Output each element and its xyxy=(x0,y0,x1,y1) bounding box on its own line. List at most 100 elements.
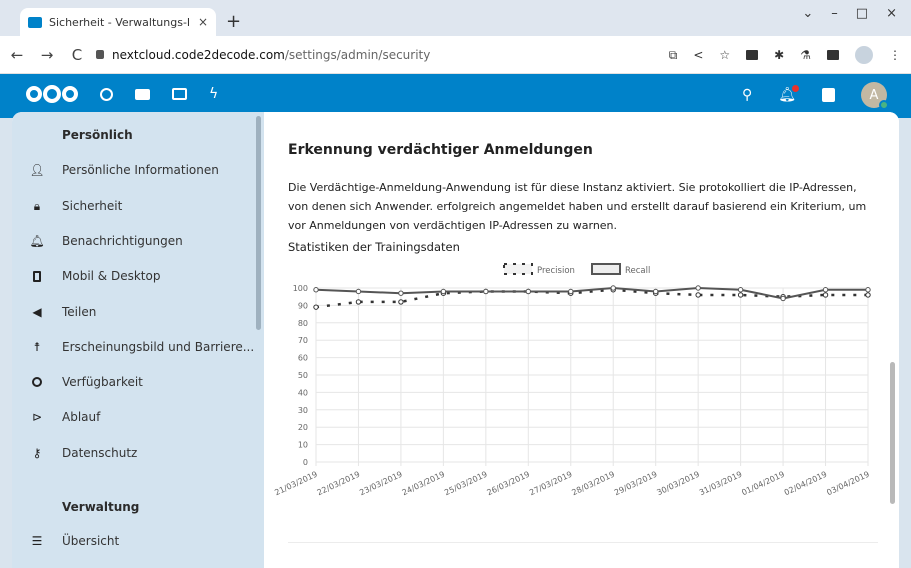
puzzle-extensions-icon[interactable]: ✱ xyxy=(774,48,784,62)
y-tick-label: 70 xyxy=(298,336,308,345)
bell-icon: 🔔︎ xyxy=(29,234,45,248)
online-status-icon xyxy=(879,100,889,110)
data-point-precision xyxy=(737,292,744,298)
x-tick-label: 21/03/2019 xyxy=(273,470,319,498)
forward-button[interactable]: → xyxy=(34,46,60,64)
sidebar-item-accessibility[interactable]: ☨ Erscheinungsbild und Barriere... xyxy=(12,335,256,359)
maximize-button[interactable]: □ xyxy=(856,6,868,21)
reload-button[interactable]: C xyxy=(64,46,90,64)
sidebar-item-security[interactable]: 🔒︎ Sicherheit xyxy=(12,194,256,218)
x-tick-label: 26/03/2019 xyxy=(486,470,532,498)
x-tick-label: 02/04/2019 xyxy=(783,470,829,498)
phone-icon xyxy=(12,270,62,282)
share-page-icon[interactable]: < xyxy=(693,48,703,62)
tab-title: Sicherheit - Verwaltungs-Ein xyxy=(49,15,189,29)
close-window-button[interactable]: × xyxy=(886,6,897,21)
data-point-precision xyxy=(822,292,829,298)
data-point-recall xyxy=(355,288,362,295)
app-menu: ϟ xyxy=(100,86,218,102)
sidebar-item-label: Erscheinungsbild und Barriere... xyxy=(62,340,255,354)
lock-icon: 🔒︎ xyxy=(33,198,41,213)
photos-image-icon[interactable] xyxy=(172,88,187,100)
url-path: /settings/admin/security xyxy=(284,47,431,62)
nextcloud-favicon-icon xyxy=(28,16,42,28)
data-point-precision xyxy=(865,292,871,298)
lock-icon[interactable] xyxy=(96,50,104,59)
x-tick-label: 30/03/2019 xyxy=(655,470,701,498)
x-tick-label: 22/03/2019 xyxy=(316,470,362,498)
notifications-bell-icon[interactable]: 🔔︎ xyxy=(778,85,799,103)
sidebar-item-label: Sicherheit xyxy=(62,199,123,213)
install-app-icon[interactable]: ⧉ xyxy=(669,48,678,63)
sidebar-scrollbar[interactable] xyxy=(256,116,261,330)
tab-search-chevron-icon[interactable]: ⌄ xyxy=(802,6,813,21)
sidebar-panel-icon[interactable] xyxy=(827,50,839,60)
sidebar-item-mobile-desktop[interactable]: Mobil & Desktop xyxy=(12,264,256,288)
x-tick-label: 31/03/2019 xyxy=(698,470,744,498)
contacts-icon[interactable] xyxy=(822,88,835,102)
browser-menu-icon[interactable]: ⋮ xyxy=(889,48,901,62)
y-tick-label: 20 xyxy=(298,423,308,432)
sidebar-item-label: Teilen xyxy=(62,305,97,319)
divider xyxy=(288,542,878,543)
y-tick-label: 10 xyxy=(298,441,308,450)
nextcloud-logo-icon[interactable] xyxy=(26,85,78,103)
files-folder-icon[interactable] xyxy=(135,89,150,100)
address-bar[interactable]: nextcloud.code2decode.com /settings/admi… xyxy=(96,48,430,62)
data-point-precision xyxy=(313,304,319,310)
legend-swatch-precision xyxy=(503,263,533,275)
minimize-button[interactable]: – xyxy=(831,6,838,21)
flow-icon: ⊳ xyxy=(31,410,43,424)
y-tick-label: 30 xyxy=(298,406,308,415)
y-tick-label: 100 xyxy=(293,284,308,293)
sidebar-item-label: Mobil & Desktop xyxy=(62,269,161,283)
legend-swatch-recall xyxy=(591,263,621,275)
data-point-recall xyxy=(780,295,786,302)
sidebar-item-sharing[interactable]: ◀ Teilen xyxy=(12,300,256,324)
search-icon[interactable]: ⚲ xyxy=(742,87,752,103)
x-tick-label: 24/03/2019 xyxy=(401,470,447,498)
data-point-precision xyxy=(398,299,404,305)
x-tick-label: 28/03/2019 xyxy=(570,470,616,498)
y-tick-label: 40 xyxy=(298,388,308,397)
data-point-recall xyxy=(313,287,319,293)
sidebar-item-privacy[interactable]: ⚷ Datenschutz xyxy=(12,441,256,465)
activity-bolt-icon[interactable]: ϟ xyxy=(209,86,218,102)
key-icon: ⚷ xyxy=(32,446,42,460)
new-tab-button[interactable]: + xyxy=(226,11,241,32)
sidebar-item-flow[interactable]: ⊳ Ablauf xyxy=(12,405,256,429)
sidebar-item-overview[interactable]: ☰ Übersicht xyxy=(12,529,256,553)
sidebar-item-personal-info[interactable]: 👤︎ Persönliche Informationen xyxy=(12,158,256,182)
y-tick-label: 50 xyxy=(298,371,308,380)
sidebar-item-label: Verfügbarkeit xyxy=(62,375,143,389)
sidebar-item-notifications[interactable]: 🔔︎ Benachrichtigungen xyxy=(12,229,256,253)
stats-title: Statistiken der Trainingsdaten xyxy=(288,240,460,254)
user-avatar[interactable]: A xyxy=(861,82,889,110)
x-tick-label: 23/03/2019 xyxy=(358,470,404,498)
x-tick-label: 01/04/2019 xyxy=(740,470,786,498)
bookmark-star-icon[interactable]: ☆ xyxy=(719,48,730,62)
browser-tab[interactable]: Sicherheit - Verwaltungs-Ein × xyxy=(20,8,216,36)
accessibility-icon: ☨ xyxy=(33,340,41,354)
sidebar-item-label: Übersicht xyxy=(62,534,120,548)
list-icon: ☰ xyxy=(31,534,43,548)
data-point-recall xyxy=(440,288,447,295)
sidebar-item-label: Persönliche Informationen xyxy=(62,163,219,177)
window-controls: ⌄ – □ × xyxy=(802,6,897,21)
tab-close-icon[interactable]: × xyxy=(198,15,208,29)
notification-dot xyxy=(792,85,799,92)
dashboard-icon[interactable] xyxy=(100,88,113,101)
lab-flask-icon[interactable]: ⚗ xyxy=(800,48,811,62)
extension-icon[interactable] xyxy=(746,50,759,60)
browser-toolbar: ← → C nextcloud.code2decode.com /setting… xyxy=(0,36,911,74)
x-tick-label: 27/03/2019 xyxy=(528,470,574,498)
back-button[interactable]: ← xyxy=(4,46,30,64)
sidebar-item-availability[interactable]: Verfügbarkeit xyxy=(12,370,256,394)
share-icon: ◀ xyxy=(32,305,42,319)
content-scrollbar[interactable] xyxy=(890,362,895,504)
data-point-precision xyxy=(695,292,701,298)
browser-profile-icon[interactable] xyxy=(855,46,873,64)
data-point-recall xyxy=(483,288,489,295)
x-tick-label: 25/03/2019 xyxy=(443,470,489,498)
data-point-recall xyxy=(610,285,616,291)
